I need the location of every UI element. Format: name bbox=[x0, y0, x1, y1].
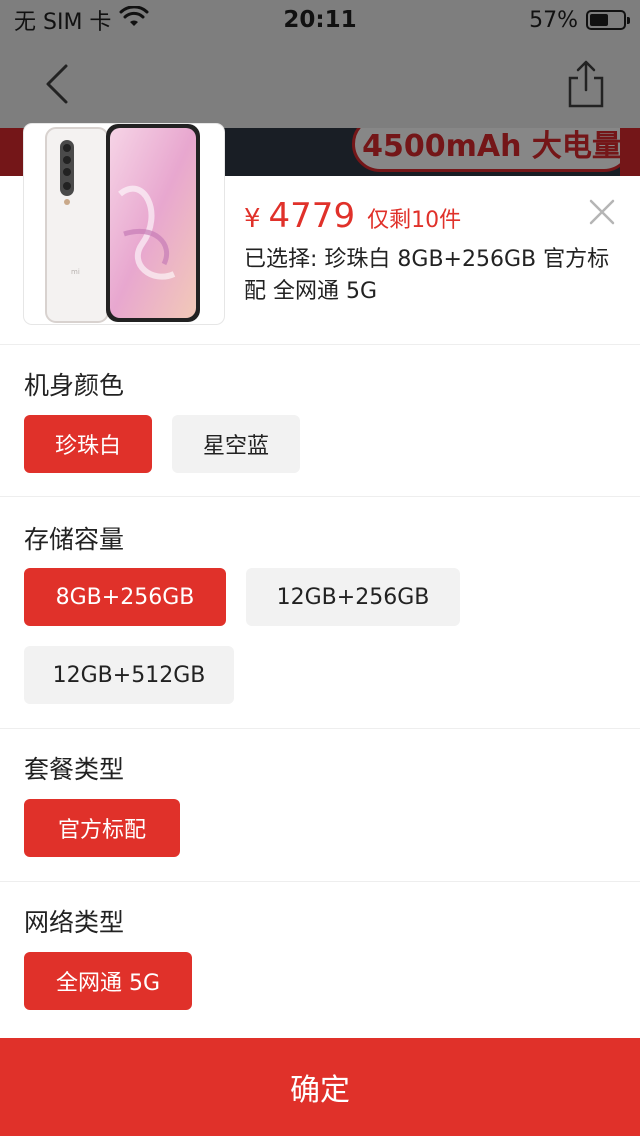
close-icon[interactable] bbox=[586, 196, 618, 228]
stock-label: 仅剩10件 bbox=[367, 208, 462, 233]
network-section-title: 网络类型 bbox=[24, 908, 125, 937]
status-bar: 无 SIM 卡 20:11 57% bbox=[0, 0, 640, 40]
svg-text:mi: mi bbox=[71, 268, 80, 276]
option-package-standard[interactable]: 官方标配 bbox=[24, 799, 180, 857]
divider bbox=[0, 728, 640, 729]
storage-section-title: 存储容量 bbox=[24, 525, 125, 554]
selected-summary: 已选择: 珍珠白 8GB+256GB 官方标配 全网通 5G bbox=[244, 247, 610, 304]
nav-bar bbox=[0, 40, 640, 128]
option-storage-8-256[interactable]: 8GB+256GB bbox=[24, 568, 226, 626]
carrier-label: 无 SIM 卡 bbox=[14, 10, 112, 35]
price-symbol: ¥ bbox=[244, 204, 261, 234]
color-section-title: 机身颜色 bbox=[24, 371, 125, 400]
price-value: 4779 bbox=[268, 196, 356, 236]
sku-sheet: mi ¥ 4779 仅剩10件 已选择: 珍珠白 8GB+256GB 官方标配 … bbox=[0, 124, 640, 1136]
divider bbox=[0, 496, 640, 497]
option-color-pearl-white[interactable]: 珍珠白 bbox=[24, 415, 152, 473]
sku-selector-screen: 4500mAh 大电量 无 SIM 卡 20:11 57% mi ¥ 4779 … bbox=[0, 0, 640, 1136]
divider bbox=[0, 344, 640, 345]
wifi-icon bbox=[119, 5, 149, 34]
price-row: ¥ 4779 仅剩10件 bbox=[244, 196, 461, 236]
confirm-button[interactable]: 确定 bbox=[0, 1038, 640, 1136]
package-section-title: 套餐类型 bbox=[24, 755, 125, 784]
product-image: mi bbox=[24, 124, 224, 324]
option-color-star-blue[interactable]: 星空蓝 bbox=[172, 415, 300, 473]
share-icon[interactable] bbox=[562, 58, 610, 110]
option-storage-12-512[interactable]: 12GB+512GB bbox=[24, 646, 234, 704]
back-icon[interactable] bbox=[36, 60, 84, 108]
battery-percent: 57% bbox=[529, 7, 578, 33]
divider bbox=[0, 881, 640, 882]
option-network-5g[interactable]: 全网通 5G bbox=[24, 952, 192, 1010]
battery-icon bbox=[586, 10, 630, 30]
option-storage-12-256[interactable]: 12GB+256GB bbox=[246, 568, 460, 626]
battery-fill bbox=[590, 14, 609, 26]
